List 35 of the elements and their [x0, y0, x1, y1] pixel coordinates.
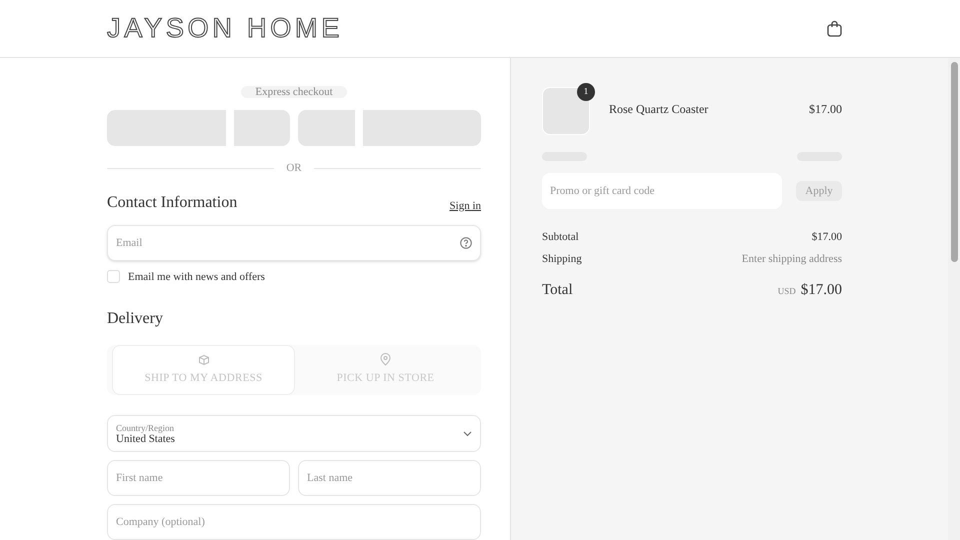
company-field[interactable]: Company (optional)	[107, 504, 481, 540]
box-icon	[198, 354, 210, 366]
total-value: $17.00	[800, 281, 842, 300]
chevron-down-icon	[463, 430, 472, 436]
shipping-value: Enter shipping address	[742, 252, 842, 266]
express-checkout-label: Express checkout	[241, 86, 347, 98]
location-pin-icon	[380, 353, 391, 366]
payment-button-placeholder	[234, 110, 290, 146]
currency-code: USD	[778, 285, 796, 298]
total-label: Total	[542, 281, 573, 300]
or-divider-label: OR	[286, 161, 302, 176]
last-name-field[interactable]: Last name	[298, 460, 481, 496]
quantity-badge: 1	[577, 83, 595, 101]
product-name: Rose Quartz Coaster	[609, 100, 710, 118]
subtotal-label: Subtotal	[542, 230, 579, 245]
payment-button-placeholder	[298, 110, 354, 146]
checkbox-label: Email me with news and offers	[128, 270, 265, 284]
first-name-field[interactable]: First name	[107, 460, 290, 496]
help-icon[interactable]	[460, 236, 472, 248]
shipping-label: Shipping	[542, 252, 582, 266]
section-title: Delivery	[107, 310, 163, 327]
field-label: Country/Region	[116, 422, 175, 433]
product-price: $17.00	[809, 100, 842, 118]
sign-in-link[interactable]: Sign in	[450, 198, 481, 214]
country-select[interactable]: Country/Region United States	[107, 415, 481, 452]
email-field[interactable]: Email	[107, 224, 481, 260]
shopping-bag-icon[interactable]	[827, 20, 842, 37]
checkbox[interactable]	[107, 270, 120, 284]
promo-code-field[interactable]: Promo or gift card code	[542, 173, 782, 209]
section-title: Contact Information	[107, 192, 238, 212]
subtotal-value: $17.00	[812, 230, 842, 245]
product-thumbnail	[542, 87, 590, 135]
field-value: United States	[116, 434, 176, 444]
scrollbar-thumb[interactable]	[950, 62, 958, 262]
logo[interactable]: JAYSON HOME	[107, 8, 344, 49]
